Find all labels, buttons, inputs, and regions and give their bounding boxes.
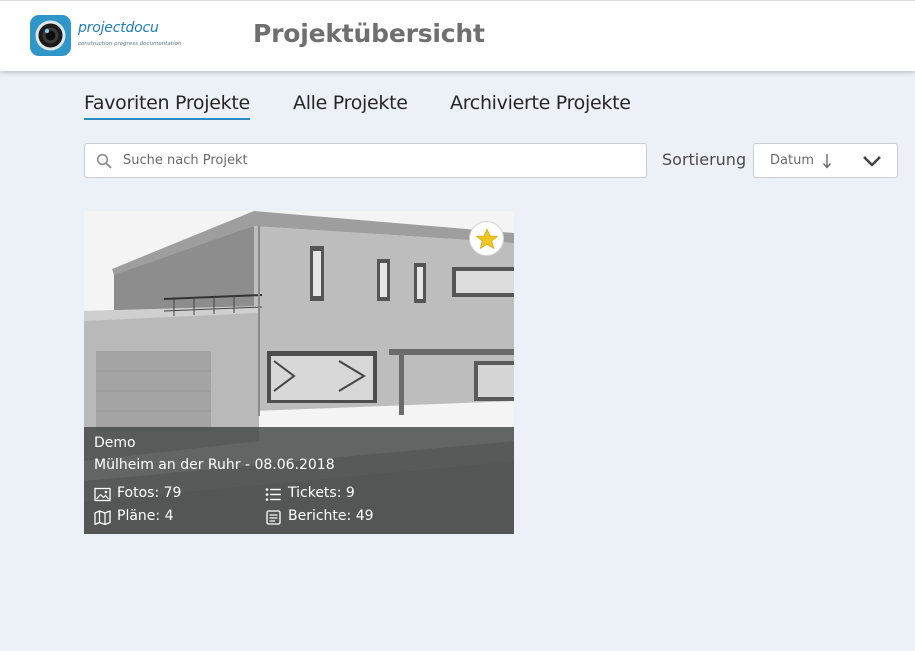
favorite-toggle[interactable]: [469, 221, 504, 256]
arrow-down-icon[interactable]: [822, 153, 832, 169]
stat-plans-label: Pläne: 4: [117, 508, 174, 524]
image-icon: [94, 487, 111, 502]
sort-selected-value: Datum: [770, 153, 814, 168]
tab-archived-projects[interactable]: Archivierte Projekte: [450, 92, 631, 118]
app-logo[interactable]: projectdocu construction progress docume…: [30, 15, 181, 57]
chevron-down-icon: [863, 156, 881, 167]
search-input[interactable]: [123, 144, 633, 177]
stat-photos-label: Fotos: 79: [117, 485, 182, 501]
app-header: projectdocu construction progress docume…: [0, 0, 915, 71]
stat-tickets-label: Tickets: 9: [288, 485, 355, 501]
checklist-icon: [265, 488, 281, 501]
project-name: Demo: [94, 435, 136, 451]
search-icon: [96, 153, 112, 169]
project-location-date: Mülheim an der Ruhr - 08.06.2018: [94, 457, 335, 473]
search-box: [84, 143, 647, 178]
sort-select[interactable]: Datum: [753, 143, 898, 178]
page-title: Projektübersicht: [253, 19, 485, 48]
sort-label: Sortierung: [662, 150, 747, 169]
logo-tagline: construction progress documentation: [78, 41, 182, 47]
tab-favorites[interactable]: Favoriten Projekte: [84, 92, 250, 120]
star-icon: [475, 228, 498, 249]
stat-reports-label: Berichte: 49: [288, 508, 374, 524]
project-card[interactable]: Demo Mülheim an der Ruhr - 08.06.2018 Fo…: [84, 211, 514, 534]
tab-all-projects[interactable]: Alle Projekte: [293, 92, 408, 118]
project-info-overlay: Demo Mülheim an der Ruhr - 08.06.2018 Fo…: [84, 427, 514, 534]
logo-lens-icon: [30, 15, 71, 56]
report-icon: [266, 510, 281, 525]
map-icon: [94, 510, 111, 525]
logo-name: projectdocu: [78, 20, 159, 36]
